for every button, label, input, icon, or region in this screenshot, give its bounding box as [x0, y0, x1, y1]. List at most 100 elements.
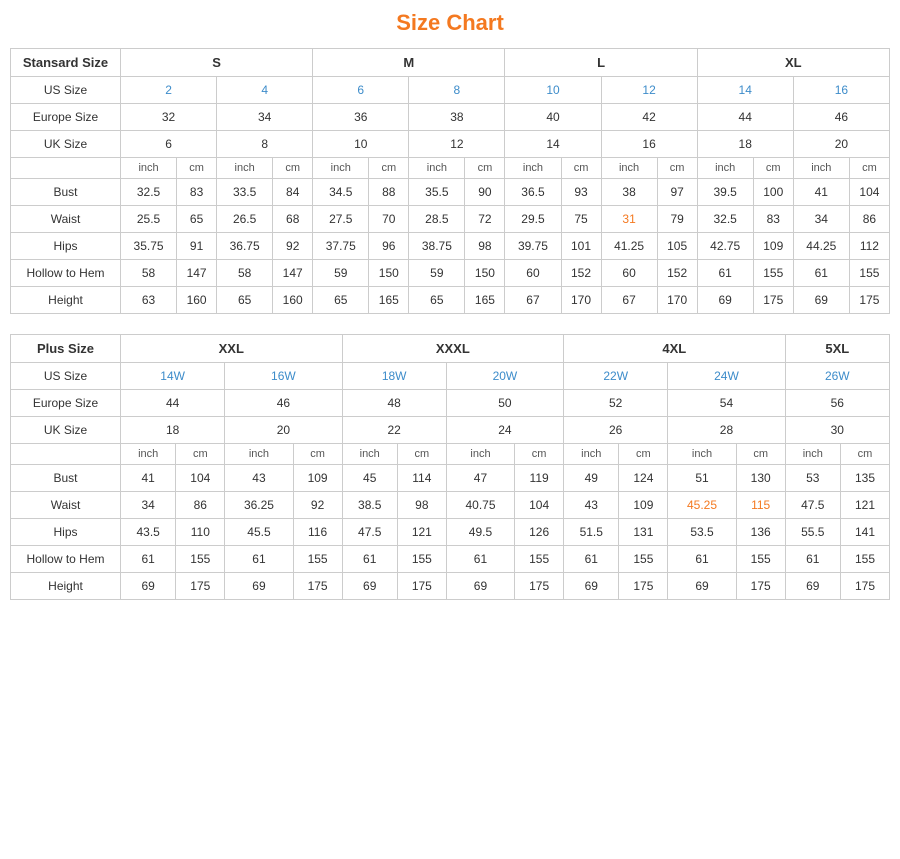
- plus-europe-54: 54: [668, 390, 785, 417]
- cell: 68: [273, 206, 313, 233]
- uk-18: 18: [697, 131, 793, 158]
- plus-us-size-label: US Size: [11, 363, 121, 390]
- subheader-inch-8: inch: [793, 158, 849, 179]
- cell: 155: [849, 260, 889, 287]
- plus-us-16w: 16W: [225, 363, 342, 390]
- cell: 40.75: [446, 492, 514, 519]
- table-row: Waist25.56526.56827.57028.57229.57531793…: [11, 206, 890, 233]
- cell: 170: [561, 287, 601, 314]
- cell: 31: [601, 206, 657, 233]
- plus-europe-44: 44: [121, 390, 225, 417]
- cell: 41: [121, 465, 176, 492]
- cell: 45.25: [668, 492, 736, 519]
- plus-us-size-row: US Size 14W 16W 18W 20W 22W 24W 26W: [11, 363, 890, 390]
- plus-europe-48: 48: [342, 390, 446, 417]
- cell: 79: [657, 206, 697, 233]
- plus-xxl-group: XXL: [121, 335, 343, 363]
- plus-sh-inch-4: inch: [446, 444, 514, 465]
- us-size-6: 6: [313, 77, 409, 104]
- plus-sh-inch-5: inch: [564, 444, 619, 465]
- cell: 61: [446, 546, 514, 573]
- cell: 69: [342, 573, 397, 600]
- plus-uk-24: 24: [446, 417, 563, 444]
- standard-m-group: M: [313, 49, 505, 77]
- standard-size-section: Stansard Size S M L XL US Size 2 4 6 8 1…: [10, 48, 890, 314]
- measurement-label-height: Height: [11, 287, 121, 314]
- standard-size-label: Stansard Size: [11, 49, 121, 77]
- cell: 41.25: [601, 233, 657, 260]
- uk-size-label: UK Size: [11, 131, 121, 158]
- cell: 175: [293, 573, 342, 600]
- cell: 55.5: [785, 519, 840, 546]
- plus-size-group-header-row: Plus Size XXL XXXL 4XL 5XL: [11, 335, 890, 363]
- cell: 38.75: [409, 233, 465, 260]
- plus-us-14w: 14W: [121, 363, 225, 390]
- cell: 32.5: [121, 179, 177, 206]
- cell: 67: [505, 287, 561, 314]
- europe-44: 44: [697, 104, 793, 131]
- cell: 65: [313, 287, 369, 314]
- cell: 115: [736, 492, 785, 519]
- cell: 25.5: [121, 206, 177, 233]
- subheader-cm-4: cm: [465, 158, 505, 179]
- cell: 61: [225, 546, 293, 573]
- cell: 91: [177, 233, 217, 260]
- cell: 83: [177, 179, 217, 206]
- cell: 121: [840, 492, 889, 519]
- cell: 41: [793, 179, 849, 206]
- cell: 33.5: [217, 179, 273, 206]
- plus-sh-inch-6: inch: [668, 444, 736, 465]
- cell: 61: [697, 260, 753, 287]
- cell: 61: [793, 260, 849, 287]
- cell: 109: [753, 233, 793, 260]
- cell: 97: [657, 179, 697, 206]
- plus-uk-28: 28: [668, 417, 785, 444]
- subheader-cm-6: cm: [657, 158, 697, 179]
- cell: 60: [601, 260, 657, 287]
- plus-4xl-group: 4XL: [564, 335, 786, 363]
- cell: 58: [217, 260, 273, 287]
- subheader-cm-5: cm: [561, 158, 601, 179]
- cell: 61: [121, 546, 176, 573]
- cell: 69: [668, 573, 736, 600]
- plus-europe-46: 46: [225, 390, 342, 417]
- cell: 155: [293, 546, 342, 573]
- measurement-label-bust: Bust: [11, 179, 121, 206]
- plus-sh-inch-1: inch: [121, 444, 176, 465]
- europe-36: 36: [313, 104, 409, 131]
- uk-6: 6: [121, 131, 217, 158]
- us-size-8: 8: [409, 77, 505, 104]
- table-row: Bust32.58333.58434.58835.59036.593389739…: [11, 179, 890, 206]
- plus-xxxl-group: XXXL: [342, 335, 564, 363]
- table-row: Waist348636.259238.59840.751044310945.25…: [11, 492, 890, 519]
- cell: 165: [369, 287, 409, 314]
- cell: 98: [465, 233, 505, 260]
- plus-us-26w: 26W: [785, 363, 889, 390]
- standard-subheader-row: inch cm inch cm inch cm inch cm inch cm …: [11, 158, 890, 179]
- cell: 175: [753, 287, 793, 314]
- cell: 61: [668, 546, 736, 573]
- cell: 69: [121, 573, 176, 600]
- cell: 47: [446, 465, 514, 492]
- cell: 130: [736, 465, 785, 492]
- cell: 75: [561, 206, 601, 233]
- cell: 165: [465, 287, 505, 314]
- us-size-label: US Size: [11, 77, 121, 104]
- cell: 131: [619, 519, 668, 546]
- uk-10: 10: [313, 131, 409, 158]
- table-row: Height6917569175691756917569175691756917…: [11, 573, 890, 600]
- cell: 155: [176, 546, 225, 573]
- plus-uk-30: 30: [785, 417, 889, 444]
- cell: 35.75: [121, 233, 177, 260]
- cell: 28.5: [409, 206, 465, 233]
- cell: 175: [176, 573, 225, 600]
- subheader-inch-5: inch: [505, 158, 561, 179]
- cell: 37.75: [313, 233, 369, 260]
- cell: 92: [273, 233, 313, 260]
- table-row: Hollow to Hem611556115561155611556115561…: [11, 546, 890, 573]
- plus-sh-inch-3: inch: [342, 444, 397, 465]
- cell: 160: [273, 287, 313, 314]
- cell: 83: [753, 206, 793, 233]
- plus-sh-cm-3: cm: [397, 444, 446, 465]
- subheader-cm-8: cm: [849, 158, 889, 179]
